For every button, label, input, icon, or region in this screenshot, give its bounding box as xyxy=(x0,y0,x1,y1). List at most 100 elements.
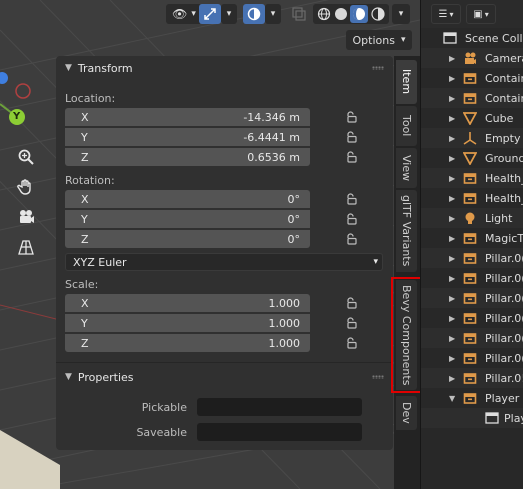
navigation-gizmo[interactable] xyxy=(0,60,45,140)
wireframe-shading-icon[interactable] xyxy=(317,7,331,21)
expand-right-icon[interactable]: ▶ xyxy=(449,234,455,243)
expand-right-icon[interactable]: ▶ xyxy=(449,114,455,123)
expand-right-icon[interactable]: ▶ xyxy=(449,54,455,63)
outliner-row[interactable]: ▶ Contain xyxy=(421,88,523,108)
expand-right-icon[interactable]: ▶ xyxy=(449,314,455,323)
properties-panel-header[interactable]: ▼ Properties xyxy=(56,365,393,389)
outliner-row[interactable]: ▶ Light xyxy=(421,208,523,228)
expand-right-icon[interactable]: ▶ xyxy=(449,294,455,303)
lock-icon[interactable] xyxy=(344,296,358,310)
outliner-row[interactable]: ▶ Pillar.0( xyxy=(421,268,523,288)
outliner-row[interactable]: ▶ Pillar.0( xyxy=(421,348,523,368)
outliner-row[interactable]: ▶ Health_ xyxy=(421,168,523,188)
camera-icon[interactable] xyxy=(13,204,39,230)
chevron-down-icon: ▼ xyxy=(65,63,72,73)
field-value: 0° xyxy=(287,192,301,206)
location-z-field[interactable]: Z 0.6536 m xyxy=(65,148,310,166)
outliner-row[interactable]: Scene Colle xyxy=(421,28,523,48)
outliner-row[interactable]: ▶ Camera xyxy=(421,48,523,68)
expand-right-icon[interactable]: ▶ xyxy=(449,274,455,283)
tab-item[interactable]: Item xyxy=(396,60,417,104)
tab-tool[interactable]: Tool xyxy=(396,106,417,146)
tab-gltf-variants[interactable]: glTF Variants xyxy=(396,190,417,272)
empty-object-icon xyxy=(463,231,477,245)
sidebar-tabs: Item Tool View glTF Variants Bevy Compon… xyxy=(394,56,420,489)
rotation-z-field[interactable]: Z 0° xyxy=(65,230,310,248)
options-button[interactable]: Options ▾ xyxy=(346,30,412,50)
pickable-label: Pickable xyxy=(141,401,187,414)
expand-right-icon[interactable]: ▶ xyxy=(449,134,455,143)
lock-icon[interactable] xyxy=(344,212,358,226)
outliner-row[interactable]: ▶ Pillar.0( xyxy=(421,288,523,308)
lock-icon[interactable] xyxy=(344,130,358,144)
outliner-row[interactable]: ▶ Pillar.0( xyxy=(421,328,523,348)
lock-icon[interactable] xyxy=(344,232,358,246)
display-mode-dropdown[interactable]: ☰ ▾ xyxy=(431,4,461,24)
solid-shading-icon[interactable] xyxy=(334,7,348,21)
xray-toggle-button[interactable] xyxy=(288,4,310,24)
outliner-row[interactable]: ▶ Ground xyxy=(421,148,523,168)
scale-z-field[interactable]: Z 1.000 xyxy=(65,334,310,352)
expand-down-icon[interactable]: ▼ xyxy=(449,394,455,403)
expand-right-icon[interactable]: ▶ xyxy=(449,354,455,363)
outliner-row[interactable]: ▼ Player xyxy=(421,388,523,408)
overlay-dropdown[interactable]: ▾ xyxy=(265,4,281,24)
outliner-item-label: Camera xyxy=(485,51,523,65)
saveable-field[interactable] xyxy=(197,423,362,441)
expand-right-icon[interactable]: ▶ xyxy=(449,94,455,103)
gizmo-neg-x-axis xyxy=(15,83,31,99)
location-x-field[interactable]: X -14.346 m xyxy=(65,108,310,126)
pickable-field[interactable] xyxy=(197,398,362,416)
axis-label: Y xyxy=(81,130,88,144)
outliner-row[interactable]: ▶ Empty xyxy=(421,128,523,148)
tab-dev[interactable]: Dev xyxy=(396,396,417,430)
3d-viewport[interactable]: Y 👁 ▾ ▾ ▾ ▾ Options ▾ ▼ Transform Locati… xyxy=(0,0,420,489)
rotation-x-field[interactable]: X 0° xyxy=(65,190,310,208)
hand-pan-icon[interactable] xyxy=(13,174,39,200)
material-shading-button[interactable] xyxy=(350,5,369,23)
drag-grip-icon[interactable] xyxy=(372,375,384,379)
drag-grip-icon[interactable] xyxy=(372,66,384,70)
expand-right-icon[interactable]: ▶ xyxy=(449,154,455,163)
location-y-field[interactable]: Y -6.4441 m xyxy=(65,128,310,146)
outliner-row[interactable]: ▶ Contain xyxy=(421,68,523,88)
filter-dropdown[interactable]: ▣ ▾ xyxy=(466,4,496,24)
zoom-icon[interactable] xyxy=(13,144,39,170)
gizmo-dropdown[interactable]: ▾ xyxy=(221,4,237,24)
field-value: 0.6536 m xyxy=(247,150,300,164)
tab-view[interactable]: View xyxy=(396,148,417,188)
expand-right-icon[interactable]: ▶ xyxy=(449,194,455,203)
outliner-row[interactable]: ▶ Pillar.0( xyxy=(421,308,523,328)
expand-right-icon[interactable]: ▶ xyxy=(449,214,455,223)
overlay-toggle-button[interactable] xyxy=(243,4,265,24)
lock-icon[interactable] xyxy=(344,192,358,206)
shading-dropdown[interactable]: ▾ xyxy=(392,4,410,24)
lock-icon[interactable] xyxy=(344,316,358,330)
outliner-row[interactable]: Play xyxy=(421,408,523,428)
expand-right-icon[interactable]: ▶ xyxy=(449,174,455,183)
rendered-shading-icon[interactable] xyxy=(371,7,385,21)
scale-x-field[interactable]: X 1.000 xyxy=(65,294,310,312)
expand-right-icon[interactable]: ▶ xyxy=(449,334,455,343)
scale-y-field[interactable]: Y 1.000 xyxy=(65,314,310,332)
expand-right-icon[interactable]: ▶ xyxy=(449,254,455,263)
empty-object-icon xyxy=(463,371,477,385)
outliner-row[interactable]: ▶ Pillar.0! xyxy=(421,368,523,388)
lock-icon[interactable] xyxy=(344,110,358,124)
gizmo-toggle-button[interactable] xyxy=(199,4,221,24)
outliner-row[interactable]: ▶ MagicT xyxy=(421,228,523,248)
outliner-row[interactable]: ▶ Cube xyxy=(421,108,523,128)
axis-label: X xyxy=(81,296,89,310)
lock-icon[interactable] xyxy=(344,150,358,164)
expand-right-icon[interactable]: ▶ xyxy=(449,74,455,83)
expand-right-icon[interactable]: ▶ xyxy=(449,374,455,383)
location-label: Location: xyxy=(65,92,116,105)
outliner-row[interactable]: ▶ Health_ xyxy=(421,188,523,208)
ortho-grid-icon[interactable] xyxy=(13,234,39,260)
lock-icon[interactable] xyxy=(344,336,358,350)
view-visibility-dropdown[interactable]: 👁 ▾ xyxy=(166,4,202,24)
outliner-row[interactable]: ▶ Pillar.0( xyxy=(421,248,523,268)
rotation-mode-select[interactable]: XYZ Euler ▾ xyxy=(65,253,383,271)
rotation-y-field[interactable]: Y 0° xyxy=(65,210,310,228)
transform-panel-header[interactable]: ▼ Transform xyxy=(56,56,393,80)
